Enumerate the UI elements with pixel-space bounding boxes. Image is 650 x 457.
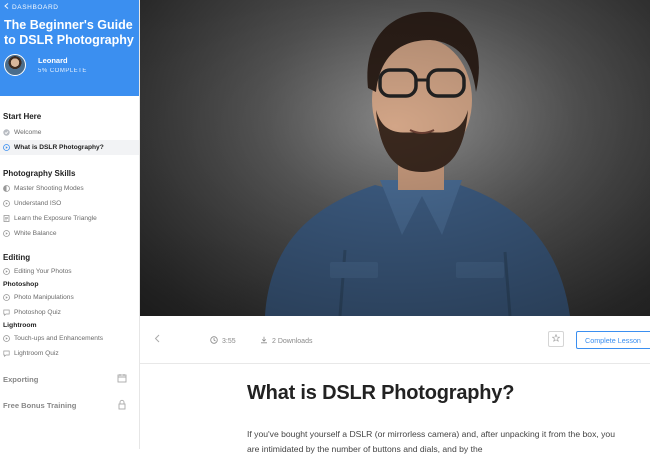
section-title: Free Bonus Training bbox=[3, 401, 77, 410]
student-name: Leonard bbox=[38, 56, 68, 65]
check-circle-icon bbox=[3, 129, 10, 136]
section-title: Start Here bbox=[3, 112, 42, 121]
subsection-title: Photoshop bbox=[3, 281, 39, 288]
chevron-left-icon bbox=[4, 3, 9, 11]
lesson-item-label: Master Shooting Modes bbox=[14, 185, 84, 192]
downloads-link[interactable]: 2 Downloads bbox=[260, 336, 312, 346]
star-icon bbox=[551, 333, 561, 344]
play-circle-icon bbox=[3, 335, 10, 342]
lesson-item-label: Learn the Exposure Triangle bbox=[14, 215, 97, 222]
complete-lesson-button[interactable]: Complete Lesson bbox=[576, 331, 650, 349]
lesson-item-label: What is DSLR Photography? bbox=[14, 144, 104, 151]
section-free-bonus[interactable]: Free Bonus Training bbox=[0, 399, 139, 412]
lesson-item-welcome[interactable]: Welcome bbox=[0, 125, 139, 140]
lesson-item-label: Photo Manipulations bbox=[14, 294, 74, 301]
dashboard-link[interactable]: DASHBOARD bbox=[4, 3, 139, 11]
play-circle-icon bbox=[3, 230, 10, 237]
lesson-video[interactable] bbox=[140, 0, 650, 316]
progress-text: 5% COMPLETE bbox=[38, 68, 87, 74]
course-title: The Beginner's Guide to DSLR Photography bbox=[4, 18, 134, 47]
play-circle-icon bbox=[3, 200, 10, 207]
lesson-content: What is DSLR Photography? If you've boug… bbox=[247, 382, 627, 457]
lesson-toolbar: 3:55 2 Downloads Complete Lesson bbox=[140, 316, 650, 364]
lesson-item-label: White Balance bbox=[14, 230, 57, 237]
lesson-item-photoshop-quiz[interactable]: Photoshop Quiz bbox=[0, 305, 139, 320]
student-card: Leonard 5% COMPLETE bbox=[4, 54, 139, 76]
lesson-item-label: Lightroom Quiz bbox=[14, 350, 59, 357]
previous-lesson-icon[interactable] bbox=[154, 334, 160, 345]
chat-bubble-icon bbox=[3, 309, 10, 316]
lesson-item-touchups[interactable]: Touch-ups and Enhancements bbox=[0, 331, 139, 346]
lesson-item-label: Editing Your Photos bbox=[14, 268, 72, 275]
presenter-portrait-image bbox=[140, 0, 650, 316]
downloads-text: 2 Downloads bbox=[272, 337, 313, 345]
section-title: Photography Skills bbox=[3, 169, 76, 178]
section-exporting[interactable]: Exporting bbox=[0, 373, 139, 385]
dashboard-link-label: DASHBOARD bbox=[12, 3, 59, 11]
lesson-item-photo-manipulations[interactable]: Photo Manipulations bbox=[0, 290, 139, 305]
play-circle-icon bbox=[3, 294, 10, 301]
course-sidebar: DASHBOARD The Beginner's Guide to DSLR P… bbox=[0, 0, 140, 449]
lesson-item-label: Touch-ups and Enhancements bbox=[14, 335, 104, 342]
lock-icon bbox=[117, 399, 127, 412]
clock-icon bbox=[210, 336, 218, 346]
lesson-duration: 3:55 bbox=[210, 336, 236, 346]
half-circle-icon bbox=[3, 185, 10, 192]
calendar-icon bbox=[117, 373, 127, 385]
document-icon bbox=[3, 215, 10, 222]
lesson-item-label: Welcome bbox=[14, 129, 42, 136]
section-title: Editing bbox=[3, 253, 31, 262]
lesson-item-exposure[interactable]: Learn the Exposure Triangle bbox=[0, 211, 139, 226]
lesson-title: What is DSLR Photography? bbox=[247, 382, 515, 404]
play-circle-icon bbox=[3, 268, 10, 275]
duration-text: 3:55 bbox=[222, 337, 236, 345]
download-icon bbox=[260, 336, 268, 346]
lesson-item-what-is-dslr[interactable]: What is DSLR Photography? bbox=[0, 140, 139, 155]
lesson-item-lightroom-quiz[interactable]: Lightroom Quiz bbox=[0, 346, 139, 361]
favorite-button[interactable] bbox=[548, 331, 564, 347]
lesson-item-iso[interactable]: Understand ISO bbox=[0, 196, 139, 211]
avatar[interactable] bbox=[4, 54, 26, 76]
lesson-item-shooting-modes[interactable]: Master Shooting Modes bbox=[0, 181, 139, 196]
subsection-title: Lightroom bbox=[3, 322, 37, 329]
lesson-item-label: Photoshop Quiz bbox=[14, 309, 61, 316]
chat-bubble-icon bbox=[3, 350, 10, 357]
play-circle-icon bbox=[3, 144, 10, 151]
section-title: Exporting bbox=[3, 374, 39, 384]
lesson-item-white-balance[interactable]: White Balance bbox=[0, 226, 139, 241]
lesson-body-text: If you've bought yourself a DSLR (or mir… bbox=[247, 429, 615, 454]
course-header: DASHBOARD The Beginner's Guide to DSLR P… bbox=[0, 0, 139, 96]
lesson-item-label: Understand ISO bbox=[14, 200, 62, 207]
lesson-item-editing-photos[interactable]: Editing Your Photos bbox=[0, 264, 139, 279]
